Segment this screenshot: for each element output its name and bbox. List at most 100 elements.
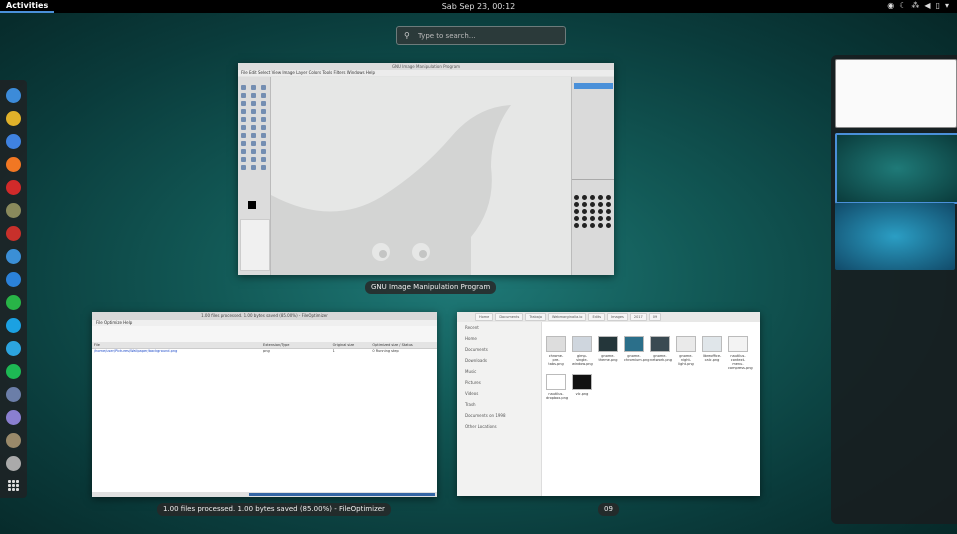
image-viewer-icon[interactable] [6,249,21,264]
path-segment[interactable]: Edits [588,313,606,321]
show-applications-icon[interactable] [8,480,19,491]
path-segment[interactable]: Home [475,313,494,321]
gimp-dock [571,77,614,275]
sidebar-item[interactable]: Documents on 1998 [457,410,541,421]
path-segment[interactable]: 09 [648,313,662,321]
file-item[interactable]: nautilus-dropbox.png [546,374,568,400]
path-segment[interactable]: Trabajo [525,313,546,321]
brushes-panel [574,195,612,228]
fg-color-swatch [248,201,256,209]
file-item[interactable]: gnome-night-light.png [676,336,696,366]
file-thumbnail [572,374,592,390]
disks-icon[interactable] [6,387,21,402]
path-segment[interactable]: Images [607,313,628,321]
gimp-toolbox [238,77,271,275]
progress-bar [249,493,435,496]
file-thumbnail [650,336,670,352]
file-thumbnail [546,374,566,390]
window-titlebar: 1.00 files processed. 1.00 bytes saved (… [92,312,437,320]
file-item[interactable]: gimp-single-window.png [572,336,593,366]
path-segment[interactable]: Webmarginalia.io [548,313,587,321]
tools-icon[interactable] [6,456,21,471]
file-item[interactable]: vlc.png [572,374,592,396]
search-icon: ⚲ [404,30,410,40]
opera-icon[interactable] [6,180,21,195]
window-fileoptimizer[interactable]: 1.00 files processed. 1.00 bytes saved (… [92,312,437,497]
workspace-3[interactable] [835,203,955,270]
vscode-icon[interactable] [6,272,21,287]
file-name: libreoffice-calc.png [702,354,722,362]
file-thumbnail [702,336,722,352]
hammer-icon[interactable] [6,433,21,448]
fileoptimizer-info [92,326,437,342]
path-segment[interactable]: Documents [495,313,524,321]
filezilla-icon[interactable] [6,226,21,241]
file-item[interactable]: chrome-pre-tabs.png [546,336,566,366]
file-item[interactable]: nautilus-context-menu-compress.png [728,336,753,370]
window-gimp[interactable]: GNU Image Manipulation Program File Edit… [238,63,614,275]
file-name: gnome-night-light.png [678,354,694,366]
file-name: vlc.png [575,392,589,396]
file-item[interactable]: libreoffice-calc.png [702,336,722,362]
clock[interactable]: Sab Sep 23, 00:12 [0,2,957,11]
caption-gimp: GNU Image Manipulation Program [365,281,497,294]
firefox-icon[interactable] [6,157,21,172]
chevron-down-icon[interactable]: ▾ [945,1,949,10]
workspace-1[interactable] [835,59,957,128]
chromium-icon[interactable] [6,134,21,149]
file-name: nautilus-context-menu-compress.png [728,354,753,370]
path-bar: Home Documents Trabajo Webmarginalia.io Edit… [457,312,760,322]
sidebar-item[interactable]: Trash [457,399,541,410]
gimp-icon[interactable] [6,203,21,218]
workspace-2[interactable] [835,133,957,204]
file-thumbnail [728,336,748,352]
file-name: gnome-theme.png [598,354,618,362]
search-entry[interactable]: ⚲ Type to search… [396,26,566,45]
sync-icon[interactable]: ◉ [887,1,894,10]
skype-icon[interactable] [6,318,21,333]
sidebar-item[interactable]: Videos [457,388,541,399]
caption-fileoptimizer: 1.00 files processed. 1.00 bytes saved (… [157,503,391,516]
file-thumbnail [676,336,696,352]
file-item[interactable]: gnome-chromium.png [624,336,649,362]
line-icon[interactable] [6,295,21,310]
path-segment[interactable]: 2017 [629,313,647,321]
sidebar-item[interactable]: Recent [457,322,541,333]
layers-selection [574,83,613,89]
top-bar: Activities Sab Sep 23, 00:12 ◉ ☾ ⁂ ◀ ▯ ▾ [0,0,957,13]
file-name: gimp-single-window.png [572,354,593,366]
file-name: gnome-network.png [650,354,672,362]
system-tray[interactable]: ◉ ☾ ⁂ ◀ ▯ ▾ [887,1,949,10]
file-thumbnail [546,336,566,352]
gimp-menubar: File Edit Select View Image Layer Colors… [238,70,614,76]
caption-files: 09 [598,503,619,516]
sidebar-item[interactable]: Music [457,366,541,377]
network-icon[interactable]: ⁂ [911,1,919,10]
file-thumbnail [572,336,592,352]
dash [0,80,27,498]
file-item[interactable]: gnome-theme.png [598,336,618,362]
volume-icon[interactable]: ◀ [924,1,930,10]
table-row[interactable]: /home/user/Pictures/Wallpaper/background… [92,349,437,354]
file-thumbnail [598,336,618,352]
tool-options-panel [240,219,270,271]
night-light-icon[interactable]: ☾ [899,1,906,10]
sidebar-item[interactable]: Documents [457,344,541,355]
file-list-header: File Extension/Type Original size Optimi… [92,342,437,349]
files-icon[interactable] [6,88,21,103]
sidebar-item[interactable]: Pictures [457,377,541,388]
sidebar-item[interactable]: Downloads [457,355,541,366]
gimp-canvas [271,77,571,275]
sidebar-item[interactable]: Other Locations [457,421,541,432]
battery-icon[interactable]: ▯ [936,1,940,10]
file-item[interactable]: gnome-network.png [650,336,672,362]
window-files[interactable]: Home Documents Trabajo Webmarginalia.io Edit… [457,312,760,496]
spotify-icon[interactable] [6,364,21,379]
chrome-icon[interactable] [6,111,21,126]
sidebar-item[interactable]: Home [457,333,541,344]
gem-icon[interactable] [6,410,21,425]
files-content: chrome-pre-tabs.png gimp-single-window.pn… [542,322,760,496]
file-name: chrome-pre-tabs.png [548,354,564,366]
wilber-watermark [271,105,511,275]
telegram-icon[interactable] [6,341,21,356]
